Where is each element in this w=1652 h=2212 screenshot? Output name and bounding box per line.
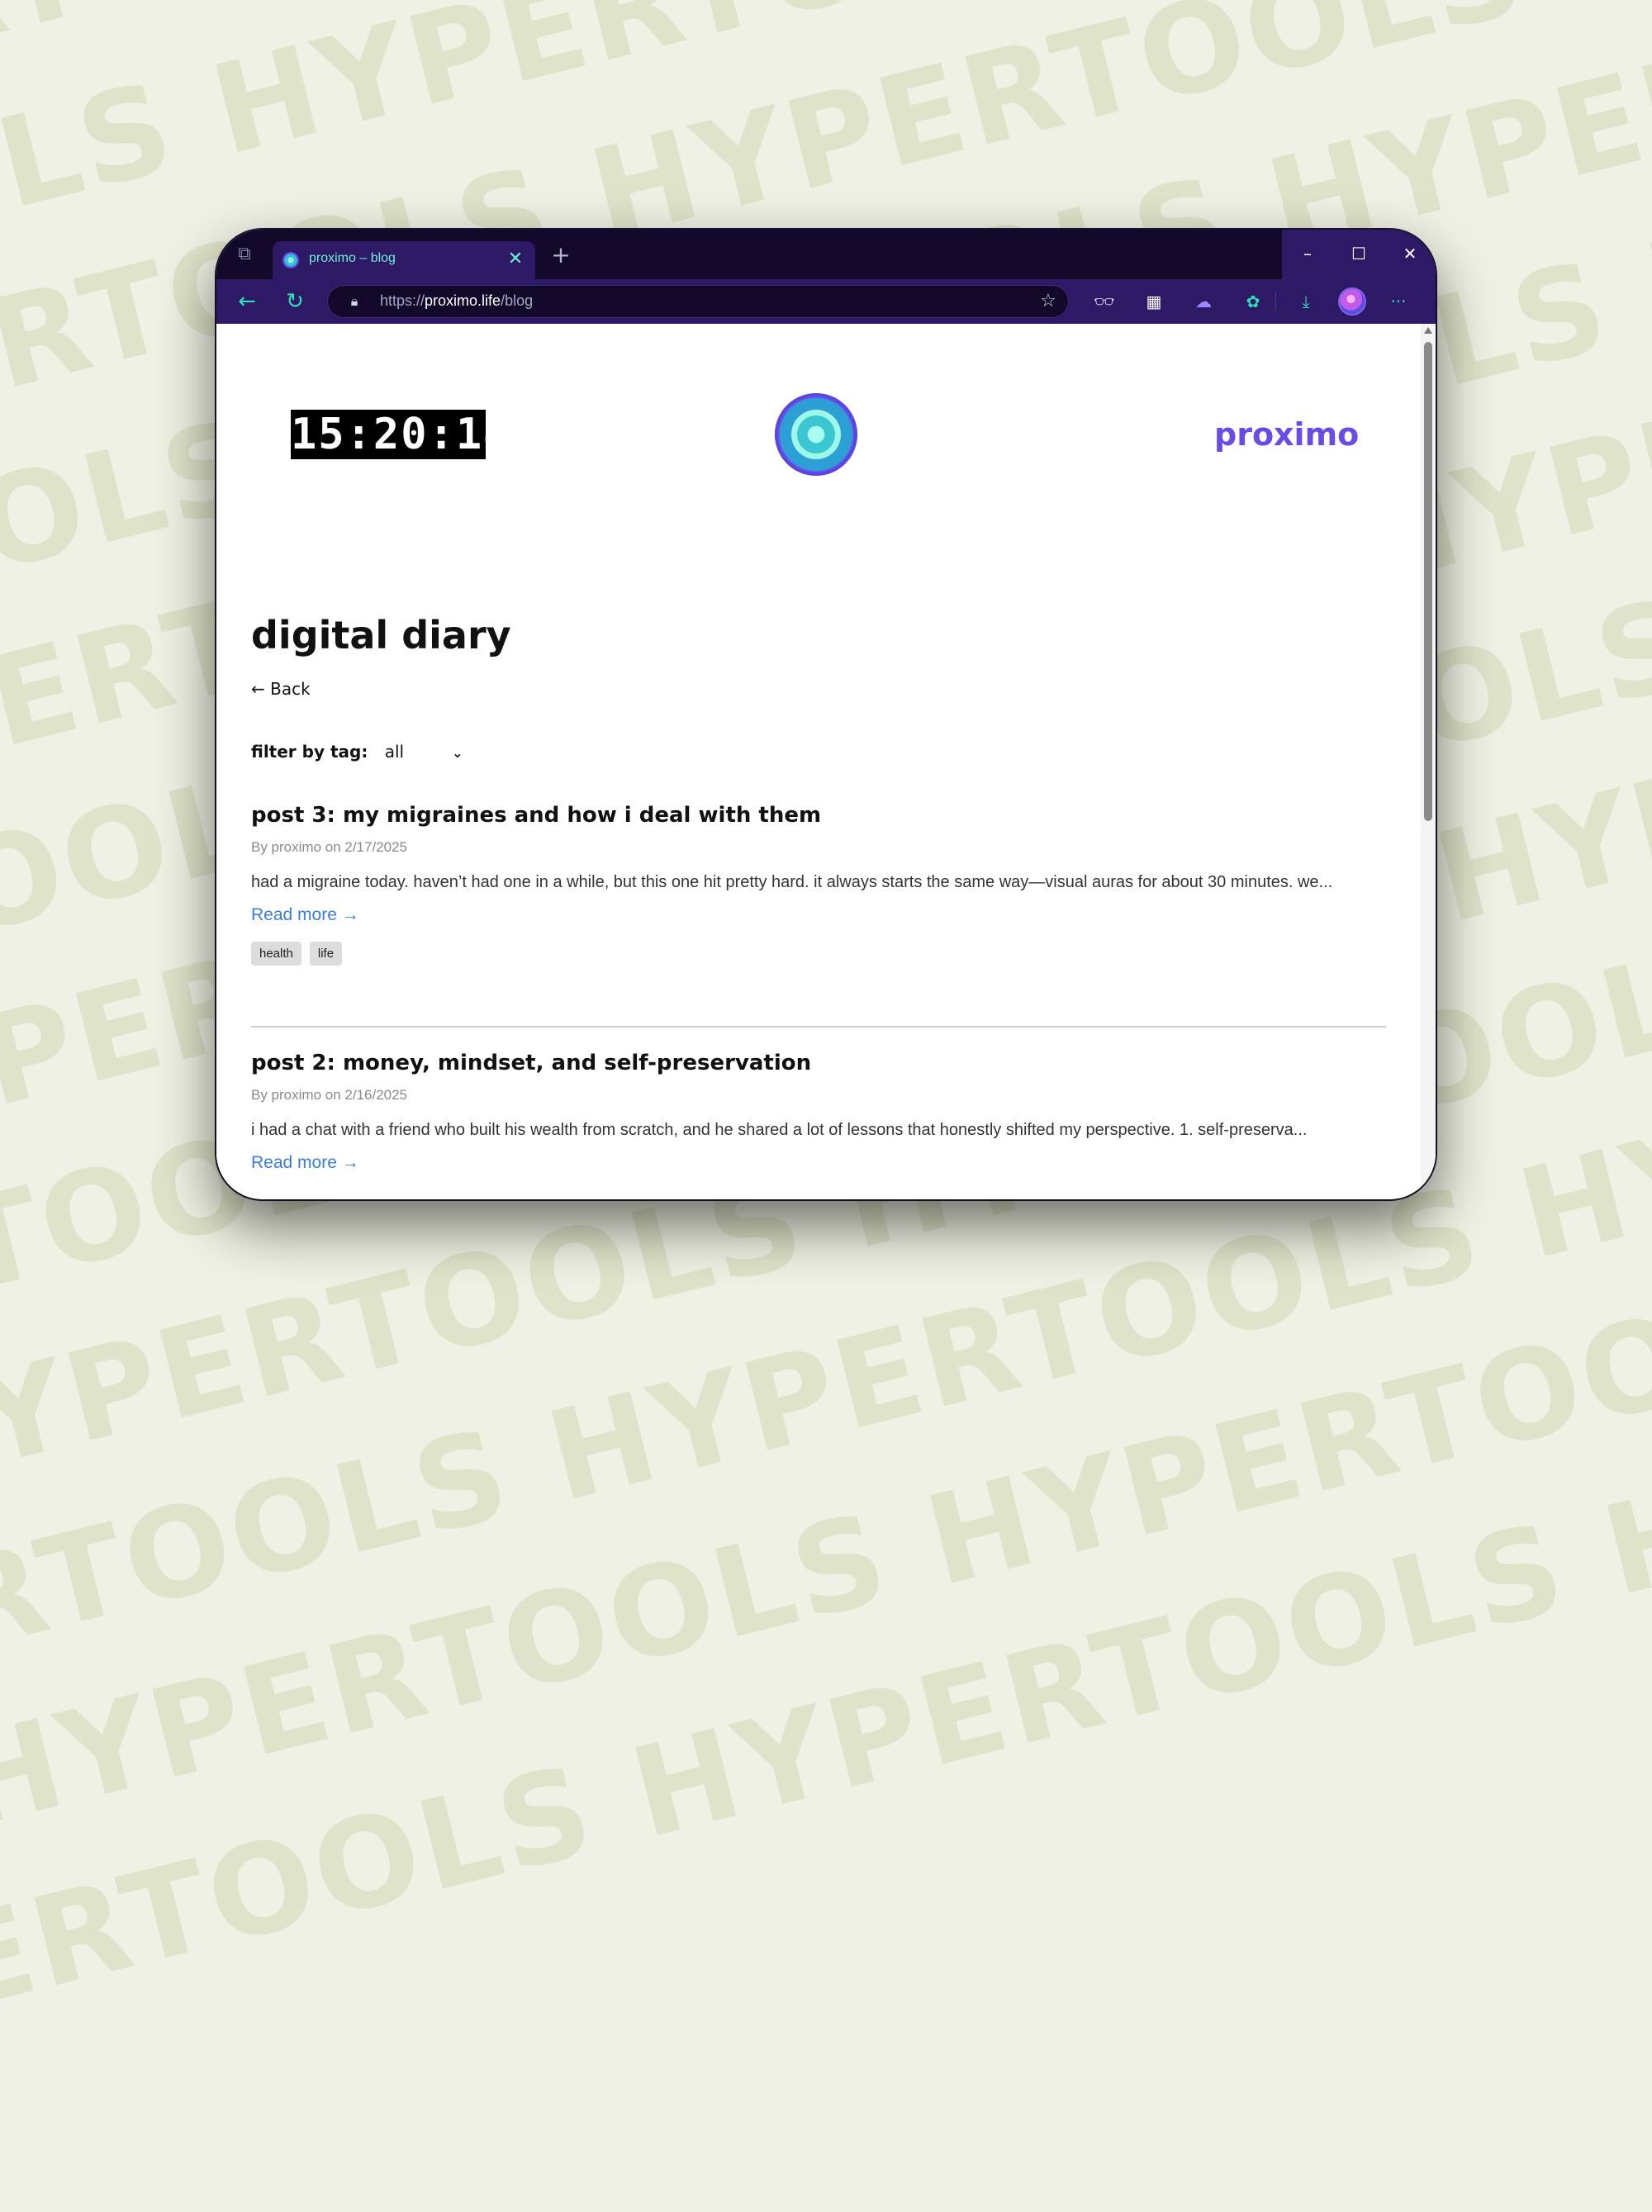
url-host: proximo.life xyxy=(425,292,501,309)
tag-select[interactable]: all ⌄ xyxy=(385,742,463,762)
post-excerpt: had a migraine today. haven’t had one in… xyxy=(251,873,1333,891)
page-viewport: 15:20:14 proximo digital diary ← Back fi… xyxy=(216,324,1436,1199)
download-icon[interactable]: ⤓ xyxy=(1294,289,1318,314)
post-divider xyxy=(251,1026,1386,1028)
extension-cloud-icon[interactable]: ☁ xyxy=(1191,289,1216,314)
minimize-icon[interactable]: – xyxy=(1282,230,1333,279)
post-excerpt: i had a chat with a friend who built his… xyxy=(251,1121,1308,1139)
browser-toolbar: ← ↻ 🔒︎ https://proximo.life/blog ☆ 👓︎ ▦ … xyxy=(216,279,1436,324)
address-bar[interactable]: 🔒︎ https://proximo.life/blog ☆ xyxy=(327,285,1069,318)
more-icon[interactable]: ··· xyxy=(1386,289,1411,314)
read-more-link[interactable]: Read more → xyxy=(251,905,1386,925)
refresh-icon[interactable]: ↻ xyxy=(281,287,309,316)
proximo-favicon xyxy=(282,252,299,268)
toolbar-separator xyxy=(1275,292,1276,311)
post-item: post 2: money, mindset, and self-preserv… xyxy=(251,1051,1386,1173)
tag-badge[interactable]: life xyxy=(309,942,343,966)
filter-label: filter by tag: xyxy=(251,742,368,762)
tag-badge[interactable]: health xyxy=(251,942,301,966)
plus-icon[interactable]: + xyxy=(547,241,575,269)
post-tags: health life xyxy=(251,942,1386,966)
clock-display: 15:20:14 xyxy=(291,410,511,459)
proximo-logo[interactable] xyxy=(775,393,857,476)
page-title: digital diary xyxy=(251,613,511,657)
post-meta: By proximo on 2/17/2025 xyxy=(251,839,408,855)
url-text[interactable]: https://proximo.life/blog xyxy=(380,292,533,310)
maximize-icon[interactable]: ☐ xyxy=(1333,230,1384,279)
tab-title: proximo – blog xyxy=(309,251,396,265)
scrollbar[interactable] xyxy=(1421,324,1436,1199)
browser-window: ⧉ proximo – blog ✕ + – ☐ ✕ ← ↻ 🔒︎ https:… xyxy=(216,230,1436,1199)
url-scheme: https:// xyxy=(380,292,425,309)
extension-glasses-icon[interactable]: 👓︎ xyxy=(1092,289,1117,314)
tag-filter: filter by tag: all ⌄ xyxy=(251,742,463,762)
workspaces-icon[interactable]: ⧉ xyxy=(233,243,256,266)
post-meta: By proximo on 2/16/2025 xyxy=(251,1087,408,1103)
back-link[interactable]: ← Back xyxy=(251,679,311,699)
brand-name[interactable]: proximo xyxy=(1214,416,1359,453)
url-path: /blog xyxy=(501,292,534,309)
post-item: post 3: my migraines and how i deal with… xyxy=(251,803,1386,966)
tab-strip: ⧉ proximo – blog ✕ + – ☐ ✕ xyxy=(216,230,1436,279)
arrow-left-icon[interactable]: ← xyxy=(233,287,261,316)
lock-icon[interactable]: 🔒︎ xyxy=(345,292,363,311)
scrollbar-thumb[interactable] xyxy=(1424,342,1432,821)
star-icon[interactable]: ☆ xyxy=(1037,291,1059,312)
watermark-text: HYPERTOOLS HYPERTOOLS HYPERTOOLS xyxy=(0,0,1652,173)
window-controls: – ☐ ✕ xyxy=(1282,230,1436,279)
post-title[interactable]: post 2: money, mindset, and self-preserv… xyxy=(251,1051,1386,1075)
close-icon[interactable]: ✕ xyxy=(504,248,527,271)
watermark-text: HYPERTOOLS HYPERTOOLS HYPERTOOLS xyxy=(0,1002,1652,1857)
qr-code-icon[interactable]: ▦ xyxy=(1142,289,1166,314)
tab-active[interactable]: proximo – blog ✕ xyxy=(273,241,535,279)
scroll-up-icon[interactable] xyxy=(1424,327,1432,334)
watermark-text: HYPERTOOLS HYPERTOOLS HYPERTOOLS xyxy=(0,1254,1652,2110)
puzzle-icon[interactable]: ✿ xyxy=(1241,289,1265,314)
read-more-link[interactable]: Read more → xyxy=(251,1153,1386,1173)
chevron-down-icon: ⌄ xyxy=(452,745,463,761)
avatar[interactable] xyxy=(1340,289,1365,314)
tag-select-value: all xyxy=(384,742,405,762)
post-title[interactable]: post 3: my migraines and how i deal with… xyxy=(251,803,1386,828)
window-close-icon[interactable]: ✕ xyxy=(1384,230,1436,279)
